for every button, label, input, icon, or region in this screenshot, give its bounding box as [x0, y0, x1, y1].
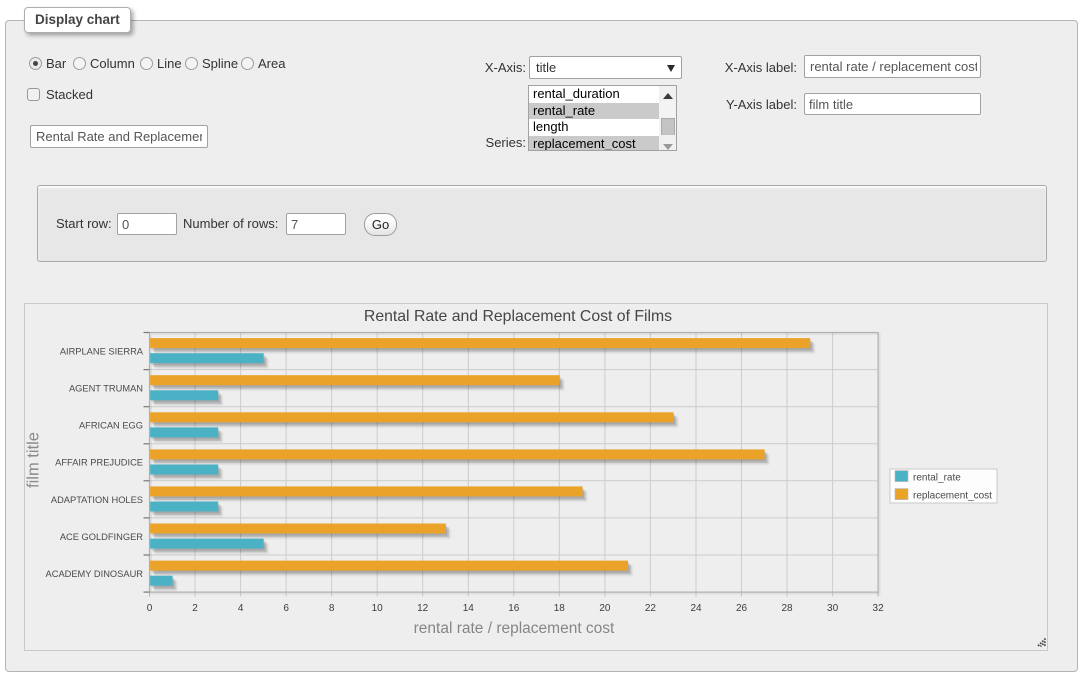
svg-text:4: 4: [238, 603, 244, 614]
svg-text:20: 20: [599, 603, 611, 614]
svg-text:8: 8: [329, 603, 335, 614]
svg-text:6: 6: [283, 603, 289, 614]
svg-text:28: 28: [781, 603, 793, 614]
svg-text:32: 32: [873, 603, 885, 614]
svg-text:10: 10: [372, 603, 384, 614]
svg-text:ACADEMY DINOSAUR: ACADEMY DINOSAUR: [46, 569, 144, 579]
svg-text:AGENT TRUMAN: AGENT TRUMAN: [69, 384, 143, 394]
svg-text:22: 22: [645, 603, 657, 614]
svg-text:26: 26: [736, 603, 748, 614]
svg-text:18: 18: [554, 603, 566, 614]
svg-text:ADAPTATION HOLES: ADAPTATION HOLES: [51, 495, 143, 505]
svg-text:14: 14: [463, 603, 475, 614]
svg-text:16: 16: [508, 603, 520, 614]
svg-text:rental rate / replacement cost: rental rate / replacement cost: [414, 620, 615, 637]
svg-text:AIRPLANE SIERRA: AIRPLANE SIERRA: [60, 346, 144, 356]
svg-text:24: 24: [690, 603, 702, 614]
svg-text:0: 0: [147, 603, 153, 614]
svg-text:12: 12: [417, 603, 429, 614]
svg-text:rental_rate: rental_rate: [913, 473, 961, 484]
svg-text:2: 2: [192, 603, 198, 614]
svg-text:film title: film title: [25, 432, 43, 488]
svg-text:AFRICAN EGG: AFRICAN EGG: [79, 421, 143, 431]
svg-text:AFFAIR PREJUDICE: AFFAIR PREJUDICE: [55, 458, 143, 468]
svg-text:Rental Rate and Replacement Co: Rental Rate and Replacement Cost of Film…: [364, 308, 672, 325]
svg-text:ACE GOLDFINGER: ACE GOLDFINGER: [60, 532, 143, 542]
svg-text:replacement_cost: replacement_cost: [913, 491, 992, 502]
svg-text:30: 30: [827, 603, 839, 614]
